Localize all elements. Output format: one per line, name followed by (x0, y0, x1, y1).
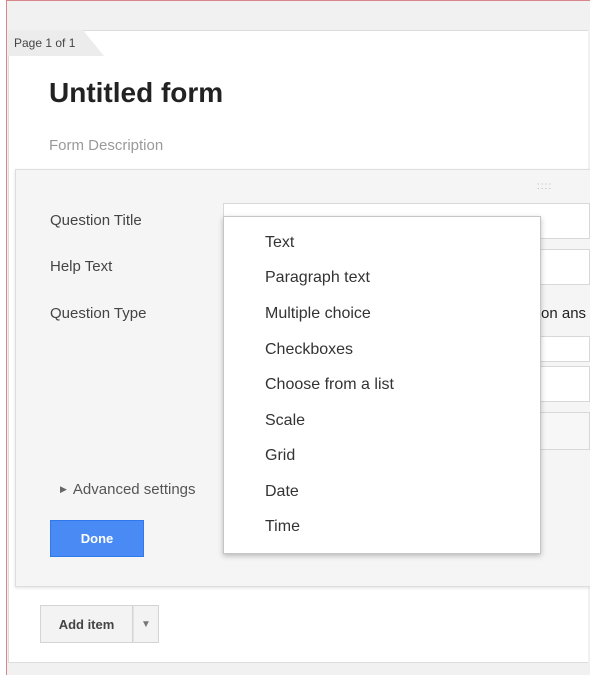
add-item-control: Add item ▼ (40, 605, 159, 643)
question-type-select-value[interactable]: on ans (541, 305, 586, 322)
menu-item-multiple-choice[interactable]: Multiple choice (265, 305, 371, 323)
menu-item-scale[interactable]: Scale (265, 412, 305, 430)
form-title[interactable]: Untitled form (49, 77, 223, 109)
add-item-button[interactable]: Add item (40, 605, 133, 643)
chevron-down-icon: ▼ (141, 618, 151, 630)
triangle-right-icon: ▶ (60, 484, 67, 494)
add-item-dropdown-button[interactable]: ▼ (133, 605, 159, 643)
advanced-settings-label: Advanced settings (72, 481, 196, 498)
page-indicator-tab: Page 1 of 1 (8, 30, 118, 56)
menu-item-choose-from-list[interactable]: Choose from a list (265, 376, 394, 394)
question-type-label: Question Type (50, 305, 147, 322)
drag-handle-icon[interactable]: :::: (537, 181, 552, 192)
menu-item-paragraph-text[interactable]: Paragraph text (265, 269, 370, 287)
form-description[interactable]: Form Description (49, 137, 163, 154)
menu-item-time[interactable]: Time (265, 518, 300, 536)
menu-item-grid[interactable]: Grid (265, 447, 295, 465)
menu-item-text[interactable]: Text (265, 234, 294, 252)
done-button[interactable]: Done (50, 520, 144, 557)
menu-item-date[interactable]: Date (265, 483, 299, 501)
help-text-label: Help Text (50, 258, 113, 275)
advanced-settings-toggle[interactable]: ▶ Advanced settings (60, 481, 196, 498)
page-indicator: Page 1 of 1 (14, 36, 76, 50)
question-title-label: Question Title (50, 212, 142, 229)
menu-item-checkboxes[interactable]: Checkboxes (265, 341, 353, 359)
question-type-dropdown-menu: Text Paragraph text Multiple choice Chec… (223, 216, 541, 554)
